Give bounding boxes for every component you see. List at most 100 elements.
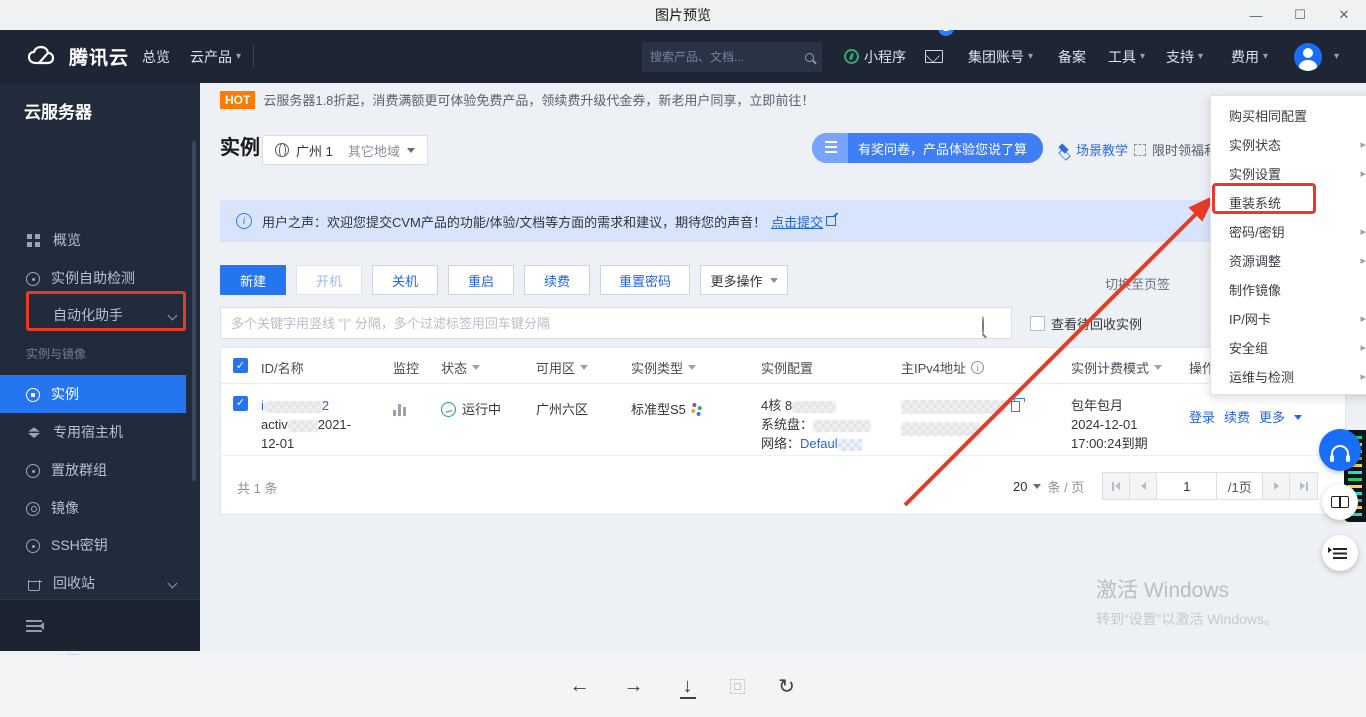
col-type[interactable]: 实例类型 — [631, 358, 696, 377]
copy-icon[interactable] — [1011, 401, 1020, 412]
restart-button[interactable]: 重启 — [448, 265, 514, 295]
col-status[interactable]: 状态 — [441, 358, 480, 377]
close-icon[interactable]: ✕ — [1322, 0, 1366, 30]
create-button[interactable]: 新建 — [220, 265, 286, 295]
menu-item-ops-detection[interactable]: 运维与检测▸ — [1211, 362, 1366, 391]
placement-icon — [26, 464, 40, 478]
select-all-checkbox[interactable] — [233, 358, 248, 373]
scene-tutorial-link[interactable]: 场景教学 — [1058, 140, 1128, 159]
gauge-icon — [26, 272, 40, 286]
filter-icon[interactable] — [472, 365, 480, 370]
instance-id-link[interactable]: i2 — [261, 396, 386, 415]
nav-search-box[interactable] — [642, 42, 822, 72]
network-link[interactable]: Defaul — [800, 436, 838, 451]
nav-beian[interactable]: 备案 — [1058, 30, 1086, 83]
last-page-button[interactable] — [1290, 473, 1317, 499]
collapse-sidebar-icon[interactable] — [26, 620, 42, 632]
switch-tab-label[interactable]: 切换至页签 — [1105, 274, 1170, 293]
next-image-icon[interactable] — [622, 675, 646, 698]
download-icon[interactable] — [676, 675, 700, 698]
minimize-icon[interactable]: — — [1234, 0, 1278, 30]
sidebar-item-images[interactable]: 镜像 — [0, 489, 200, 527]
menu-item-buy-same-config[interactable]: 购买相同配置 — [1211, 101, 1366, 130]
promo-bar[interactable]: HOT 云服务器1.8折起，消费满额更可体验免费产品，领续费升级代金券，新老用户… — [220, 90, 814, 109]
menu-item-create-image[interactable]: 制作镜像 — [1211, 275, 1366, 304]
table-row[interactable]: i2 activ2021- 12-01 运行中 广州六区 标准型S5 4核 8 … — [221, 384, 1345, 456]
row-checkbox[interactable] — [233, 396, 248, 411]
monitor-chart-icon[interactable] — [393, 404, 406, 416]
nav-avatar-caret[interactable] — [1330, 30, 1339, 83]
nav-support[interactable]: 支持 — [1166, 30, 1203, 83]
reset-password-button[interactable]: 重置密码 — [600, 265, 690, 295]
nav-overview[interactable]: 总览 — [142, 30, 170, 83]
page-size-unit: 条 / 页 — [1047, 477, 1084, 496]
rotate-icon[interactable] — [775, 674, 799, 699]
menu-item-ip-nic[interactable]: IP/网卡▸ — [1211, 304, 1366, 333]
nav-products[interactable]: 云产品 — [190, 30, 241, 83]
menu-item-security-group[interactable]: 安全组▸ — [1211, 333, 1366, 362]
tencent-cloud-logo-icon — [26, 45, 60, 69]
first-page-button[interactable] — [1103, 473, 1130, 499]
previous-image-icon[interactable] — [568, 675, 592, 698]
cell-monitor[interactable] — [393, 402, 406, 421]
sidebar-item-ssh-key[interactable]: SSH密钥 — [0, 526, 200, 564]
chevron-down-icon — [1294, 415, 1302, 420]
chevron-down-icon — [770, 278, 778, 283]
sidebar-item-recycle-bin[interactable]: 回收站 — [0, 564, 200, 602]
filter-icon[interactable] — [1154, 365, 1162, 370]
cell-type: 标准型S5 — [631, 400, 702, 419]
region-other[interactable]: 其它地域 — [348, 141, 400, 160]
sidebar-item-dedicated-host[interactable]: 专用宿主机 — [0, 413, 200, 451]
docs-button[interactable] — [1322, 484, 1358, 520]
region-selector[interactable]: 广州 1 其它地域 — [262, 135, 428, 165]
nav-mini-program[interactable]: 小程序 — [844, 30, 906, 83]
search-input[interactable] — [650, 50, 805, 64]
col-zone[interactable]: 可用区 — [536, 358, 588, 377]
menu-item-resource-adjust[interactable]: 资源调整▸ — [1211, 246, 1366, 275]
brand[interactable]: 腾讯云 — [26, 30, 129, 83]
more-link[interactable]: 更多 — [1259, 408, 1285, 427]
search-icon[interactable] — [805, 53, 814, 62]
survey-banner[interactable]: 有奖问卷，产品体验您说了算 — [812, 133, 1043, 163]
next-page-button[interactable] — [1263, 473, 1290, 499]
guide-list-button[interactable] — [1322, 535, 1358, 571]
col-billing[interactable]: 实例计费模式 — [1071, 358, 1162, 377]
headset-icon — [1331, 445, 1349, 459]
sidebar-item-instances[interactable]: 实例 — [0, 375, 186, 413]
table-header: ID/名称 监控 状态 可用区 实例类型 实例配置 主IPv4地址i 实例计费模… — [221, 348, 1345, 384]
page-size[interactable]: 20 — [1013, 479, 1027, 494]
qr-icon — [1134, 144, 1146, 156]
chevron-down-icon[interactable] — [1033, 484, 1041, 489]
renew-button[interactable]: 续费 — [524, 265, 590, 295]
nav-mail[interactable]: 2 — [925, 30, 943, 83]
maximize-icon[interactable]: ☐ — [1278, 0, 1322, 30]
layers-icon — [1058, 144, 1070, 156]
limited-gift-link[interactable]: 限时领福利 — [1134, 140, 1217, 159]
sidebar-item-placement-group[interactable]: 置放群组 — [0, 451, 200, 489]
filter-icon[interactable] — [580, 365, 588, 370]
notice-banner: i 用户之声：欢迎您提交CVM产品的功能/体验/文档等方面的需求和建议，期待您的… — [220, 200, 1346, 242]
nav-billing[interactable]: 费用 — [1231, 30, 1268, 83]
login-link[interactable]: 登录 — [1189, 408, 1215, 427]
filter-icon[interactable] — [688, 365, 696, 370]
nav-tools[interactable]: 工具 — [1108, 30, 1145, 83]
checkbox-unchecked-icon[interactable] — [1030, 316, 1045, 331]
prev-page-button[interactable] — [1130, 473, 1157, 499]
submit-feedback-link[interactable]: 点击提交 — [771, 212, 823, 231]
menu-item-instance-status[interactable]: 实例状态▸ — [1211, 130, 1366, 159]
shutdown-button[interactable]: 关机 — [372, 265, 438, 295]
submenu-arrow-icon: ▸ — [1360, 341, 1366, 354]
nav-avatar[interactable] — [1294, 30, 1322, 83]
filter-input[interactable] — [220, 307, 1012, 339]
sidebar-item-overview[interactable]: 概览 — [0, 221, 200, 259]
current-page-input[interactable]: 1 — [1157, 473, 1217, 499]
info-icon[interactable]: i — [971, 361, 984, 374]
nav-group-account[interactable]: 集团账号 — [968, 30, 1033, 83]
customer-service-button[interactable] — [1319, 429, 1361, 471]
menu-item-password-key[interactable]: 密码/密钥▸ — [1211, 217, 1366, 246]
more-actions-button[interactable]: 更多操作 — [700, 265, 788, 295]
submenu-arrow-icon: ▸ — [1360, 167, 1366, 180]
filter-search-icon[interactable] — [982, 317, 984, 335]
renew-link[interactable]: 续费 — [1224, 408, 1250, 427]
view-recycle-checkbox[interactable]: 查看待回收实例 — [1030, 314, 1142, 333]
